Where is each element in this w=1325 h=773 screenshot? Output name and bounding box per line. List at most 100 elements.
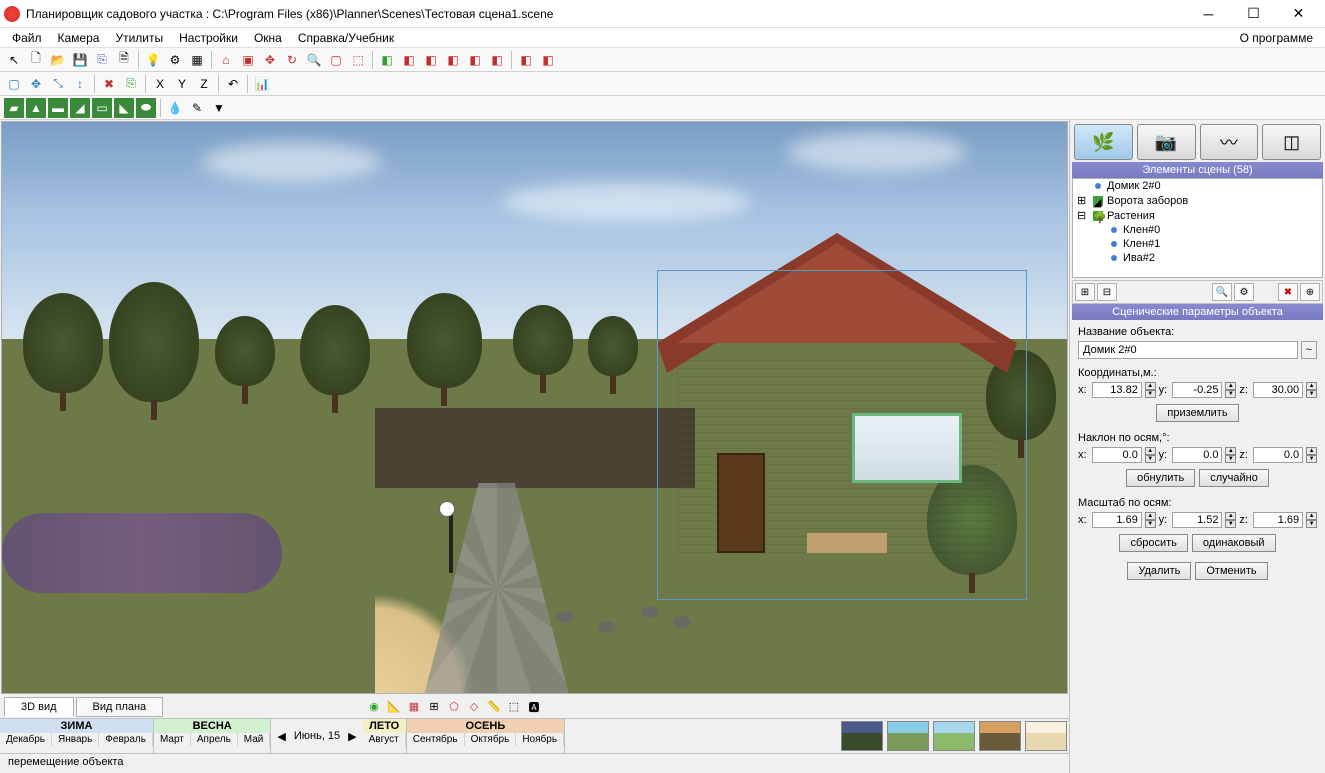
month-nov[interactable]: Ноябрь <box>516 733 564 746</box>
axes-icon[interactable]: 📐 <box>385 698 403 716</box>
filter-icon[interactable]: ⚙ <box>1234 283 1254 301</box>
export-icon[interactable]: 🗎 <box>114 50 134 70</box>
tilt-x-input[interactable] <box>1092 447 1142 463</box>
scale-y-input[interactable] <box>1172 512 1222 528</box>
ground-button[interactable]: приземлить <box>1156 404 1238 422</box>
same-scale-button[interactable]: одинаковый <box>1192 534 1276 552</box>
random-tilt-button[interactable]: случайно <box>1199 469 1269 487</box>
x-down-icon[interactable]: ▼ <box>1145 390 1156 398</box>
axis-y-icon[interactable]: Y <box>172 74 192 94</box>
lightbulb-icon[interactable]: 💡 <box>143 50 163 70</box>
month-aug[interactable]: Август <box>363 733 406 746</box>
layer3-icon[interactable]: ◧ <box>421 50 441 70</box>
add-icon[interactable]: ⊕ <box>1300 283 1320 301</box>
bucket-icon[interactable]: ▼ <box>209 98 229 118</box>
layer8-icon[interactable]: ◧ <box>538 50 558 70</box>
scale-tool-icon[interactable]: ⤡ <box>48 74 68 94</box>
layer1-icon[interactable]: ◧ <box>377 50 397 70</box>
month-mar[interactable]: Март <box>154 733 191 746</box>
z-down-icon[interactable]: ▼ <box>1306 390 1317 398</box>
month-jan[interactable]: Январь <box>52 733 99 746</box>
month-apr[interactable]: Апрель <box>191 733 238 746</box>
coord-x-input[interactable] <box>1092 382 1142 398</box>
measure-icon[interactable]: 📏 <box>485 698 503 716</box>
name-options-button[interactable]: ~ <box>1301 341 1317 359</box>
coord-z-input[interactable] <box>1253 382 1303 398</box>
select-area-icon[interactable]: ⬚ <box>505 698 523 716</box>
expand-all-icon[interactable]: ⊞ <box>1075 283 1095 301</box>
view-icon[interactable]: ▣ <box>238 50 258 70</box>
scene-tree[interactable]: Домик 2#0 ⊞◢Ворота заборов ⊟🌳Растения Кл… <box>1072 178 1323 278</box>
home-icon[interactable]: ⌂ <box>216 50 236 70</box>
collapse-all-icon[interactable]: ⊟ <box>1097 283 1117 301</box>
remove-icon[interactable]: ✖ <box>1278 283 1298 301</box>
chart-icon[interactable]: 📊 <box>252 74 272 94</box>
zoom-icon[interactable]: 🔍 <box>304 50 324 70</box>
month-dec[interactable]: Декабрь <box>0 733 52 746</box>
tab-3d-view[interactable]: 3D вид <box>4 697 74 717</box>
dot-marker-icon[interactable]: ◉ <box>365 698 383 716</box>
date-next-icon[interactable]: ▶ <box>348 730 356 743</box>
month-feb[interactable]: Февраль <box>99 733 153 746</box>
house-object[interactable] <box>677 293 997 573</box>
axis-x-icon[interactable]: X <box>150 74 170 94</box>
viewport-3d[interactable] <box>1 121 1068 694</box>
y-up-icon[interactable]: ▲ <box>1225 382 1236 390</box>
close-button[interactable]: ✕ <box>1276 0 1321 28</box>
x-up-icon[interactable]: ▲ <box>1145 382 1156 390</box>
maximize-button[interactable]: ☐ <box>1231 0 1276 28</box>
layer2-icon[interactable]: ◧ <box>399 50 419 70</box>
month-sep[interactable]: Сентябрь <box>407 733 465 746</box>
z-up-icon[interactable]: ▲ <box>1306 382 1317 390</box>
axis-z-icon[interactable]: Z <box>194 74 214 94</box>
scale-x-input[interactable] <box>1092 512 1142 528</box>
mode-camera-icon[interactable]: 📷 <box>1137 124 1196 160</box>
time-noon-thumb[interactable] <box>933 721 975 751</box>
terrain-slope-icon[interactable]: ◣ <box>114 98 134 118</box>
delete-button[interactable]: Удалить <box>1127 562 1191 580</box>
terrain-hill-icon[interactable]: ▲ <box>26 98 46 118</box>
terrain-mound-icon[interactable]: ⬬ <box>136 98 156 118</box>
time-evening-thumb[interactable] <box>979 721 1021 751</box>
select-icon[interactable]: ▢ <box>326 50 346 70</box>
tilt-y-input[interactable] <box>1172 447 1222 463</box>
delete-icon[interactable]: ✖ <box>99 74 119 94</box>
cursor-icon[interactable]: ↖ <box>4 50 24 70</box>
layer6-icon[interactable]: ◧ <box>487 50 507 70</box>
tree-item-maple0[interactable]: Клен#0 <box>1105 223 1322 237</box>
menu-camera[interactable]: Камера <box>50 29 108 47</box>
menu-file[interactable]: Файл <box>4 29 50 47</box>
save-icon[interactable]: 💾 <box>70 50 90 70</box>
y-down-icon[interactable]: ▼ <box>1225 390 1236 398</box>
menu-settings[interactable]: Настройки <box>171 29 246 47</box>
coord-y-input[interactable] <box>1172 382 1222 398</box>
window-icon[interactable]: ▢ <box>4 74 24 94</box>
mode-terrain-icon[interactable]: 🌿 <box>1074 124 1133 160</box>
time-night-thumb[interactable] <box>1025 721 1067 751</box>
time-morning-thumb[interactable] <box>887 721 929 751</box>
tilt-z-input[interactable] <box>1253 447 1303 463</box>
scale-z-input[interactable] <box>1253 512 1303 528</box>
open-file-icon[interactable]: 📂 <box>48 50 68 70</box>
shape-icon[interactable]: ◇ <box>465 698 483 716</box>
month-oct[interactable]: Октябрь <box>465 733 517 746</box>
mode-cube-icon[interactable]: ◫ <box>1262 124 1321 160</box>
frame-icon[interactable]: ⬚ <box>348 50 368 70</box>
move-tool-icon[interactable]: ✥ <box>26 74 46 94</box>
tree-item-maple1[interactable]: Клен#1 <box>1105 237 1322 251</box>
time-dawn-thumb[interactable] <box>841 721 883 751</box>
layer5-icon[interactable]: ◧ <box>465 50 485 70</box>
menu-windows[interactable]: Окна <box>246 29 290 47</box>
date-prev-icon[interactable]: ◀ <box>277 730 285 743</box>
menu-utilities[interactable]: Утилиты <box>107 29 171 47</box>
reset-scale-button[interactable]: сбросить <box>1119 534 1187 552</box>
tab-plan-view[interactable]: Вид плана <box>76 697 164 717</box>
layer4-icon[interactable]: ◧ <box>443 50 463 70</box>
menu-help[interactable]: Справка/Учебник <box>290 29 402 47</box>
move-icon[interactable]: ✥ <box>260 50 280 70</box>
tree-item-willow2[interactable]: Ива#2 <box>1105 251 1322 265</box>
cancel-button[interactable]: Отменить <box>1195 562 1267 580</box>
wireframe-icon[interactable]: ▦ <box>405 698 423 716</box>
duplicate-icon[interactable]: ⎘ <box>121 74 141 94</box>
object-name-input[interactable] <box>1078 341 1298 359</box>
